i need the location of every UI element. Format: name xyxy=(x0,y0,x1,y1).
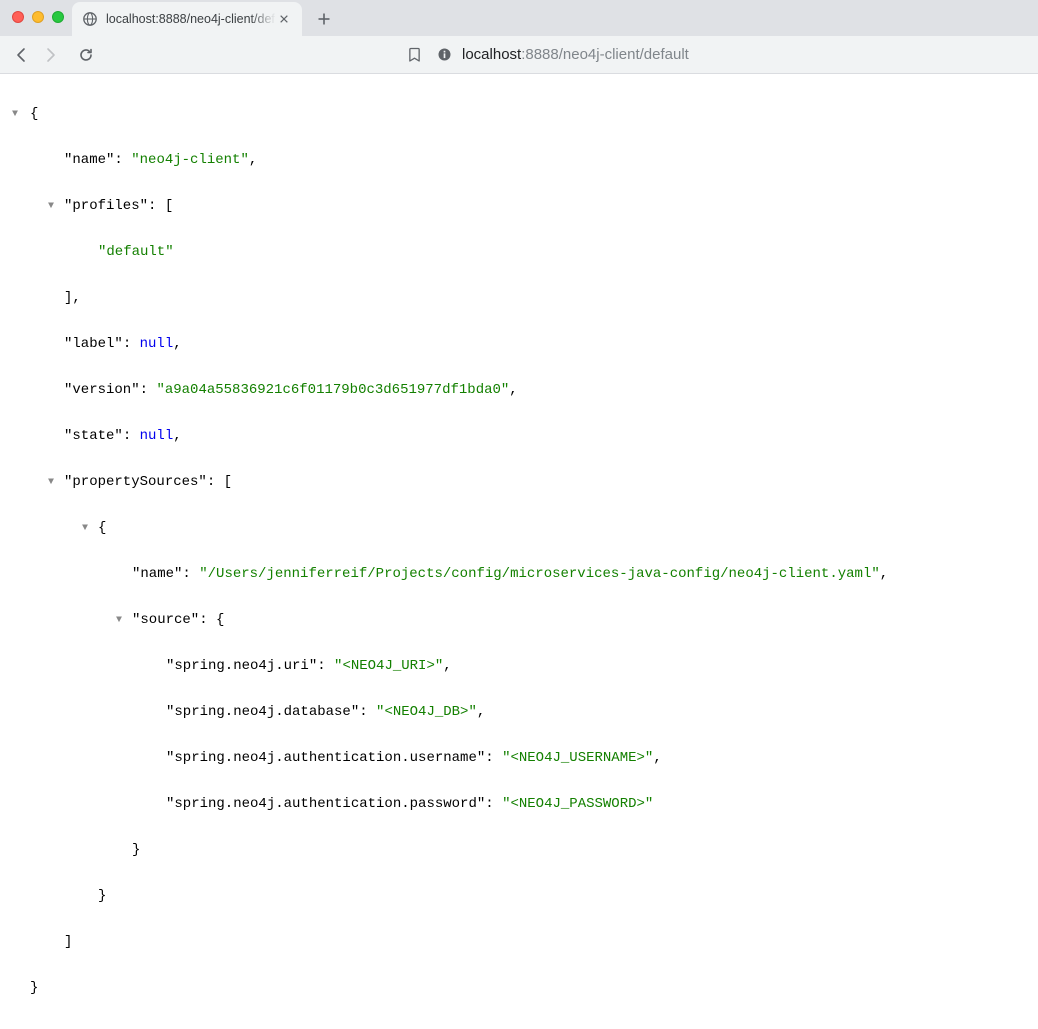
browser-tab[interactable]: localhost:8888/neo4j-client/def xyxy=(72,2,302,36)
json-bracket: ], xyxy=(64,290,81,306)
json-brace: { xyxy=(98,520,106,536)
window-zoom-button[interactable] xyxy=(52,11,64,23)
collapse-toggle[interactable]: ▼ xyxy=(46,195,56,218)
new-tab-button[interactable] xyxy=(310,5,338,33)
collapse-toggle[interactable]: ▼ xyxy=(10,103,20,126)
tab-close-button[interactable] xyxy=(276,11,292,27)
json-key: "source" xyxy=(132,612,199,628)
nav-forward-button[interactable] xyxy=(36,41,64,69)
site-info-icon[interactable] xyxy=(437,47,452,62)
nav-back-button[interactable] xyxy=(8,41,36,69)
json-viewer: ▼{ "name": "neo4j-client", ▼"profiles": … xyxy=(0,74,1038,1029)
json-key: "profiles" xyxy=(64,198,148,214)
json-key: "propertySources" xyxy=(64,474,207,490)
json-key: "spring.neo4j.authentication.username" xyxy=(166,750,485,766)
json-key: "label" xyxy=(64,336,123,352)
json-brace: } xyxy=(98,888,106,904)
window-controls xyxy=(12,11,64,23)
json-string: "<NEO4J_URI>" xyxy=(334,658,443,674)
tab-strip: localhost:8888/neo4j-client/def xyxy=(0,0,1038,36)
tab-title: localhost:8888/neo4j-client/def xyxy=(106,12,276,26)
collapse-toggle[interactable]: ▼ xyxy=(80,517,90,540)
json-string: "neo4j-client" xyxy=(131,152,249,168)
globe-icon xyxy=(82,11,98,27)
json-key: "name" xyxy=(64,152,114,168)
json-key: "state" xyxy=(64,428,123,444)
json-string: "/Users/jenniferreif/Projects/config/mic… xyxy=(199,566,880,582)
json-string: "<NEO4J_DB>" xyxy=(376,704,477,720)
url-host: localhost xyxy=(462,46,521,63)
collapse-toggle[interactable]: ▼ xyxy=(46,471,56,494)
json-bracket: ] xyxy=(64,934,72,950)
json-brace: { xyxy=(30,106,38,122)
json-string: "default" xyxy=(98,244,174,260)
json-key: "name" xyxy=(132,566,182,582)
url-path: :8888/neo4j-client/default xyxy=(521,46,689,63)
json-brace: } xyxy=(30,980,38,996)
json-key: "spring.neo4j.authentication.password" xyxy=(166,796,485,812)
json-brace: } xyxy=(132,842,140,858)
collapse-toggle[interactable]: ▼ xyxy=(114,609,124,632)
reload-button[interactable] xyxy=(72,41,100,69)
json-key: "spring.neo4j.database" xyxy=(166,704,359,720)
url-text: localhost:8888/neo4j-client/default xyxy=(462,46,689,63)
json-key: "spring.neo4j.uri" xyxy=(166,658,317,674)
json-string: "<NEO4J_USERNAME>" xyxy=(502,750,653,766)
json-key: "version" xyxy=(64,382,140,398)
json-null: null xyxy=(140,336,174,352)
window-minimize-button[interactable] xyxy=(32,11,44,23)
bookmark-icon[interactable] xyxy=(408,47,421,62)
window-close-button[interactable] xyxy=(12,11,24,23)
json-string: "<NEO4J_PASSWORD>" xyxy=(502,796,653,812)
browser-toolbar: localhost:8888/neo4j-client/default xyxy=(0,36,1038,74)
json-string: "a9a04a55836921c6f01179b0c3d651977df1bda… xyxy=(156,382,509,398)
address-bar[interactable]: localhost:8888/neo4j-client/default xyxy=(437,46,689,63)
json-null: null xyxy=(140,428,174,444)
